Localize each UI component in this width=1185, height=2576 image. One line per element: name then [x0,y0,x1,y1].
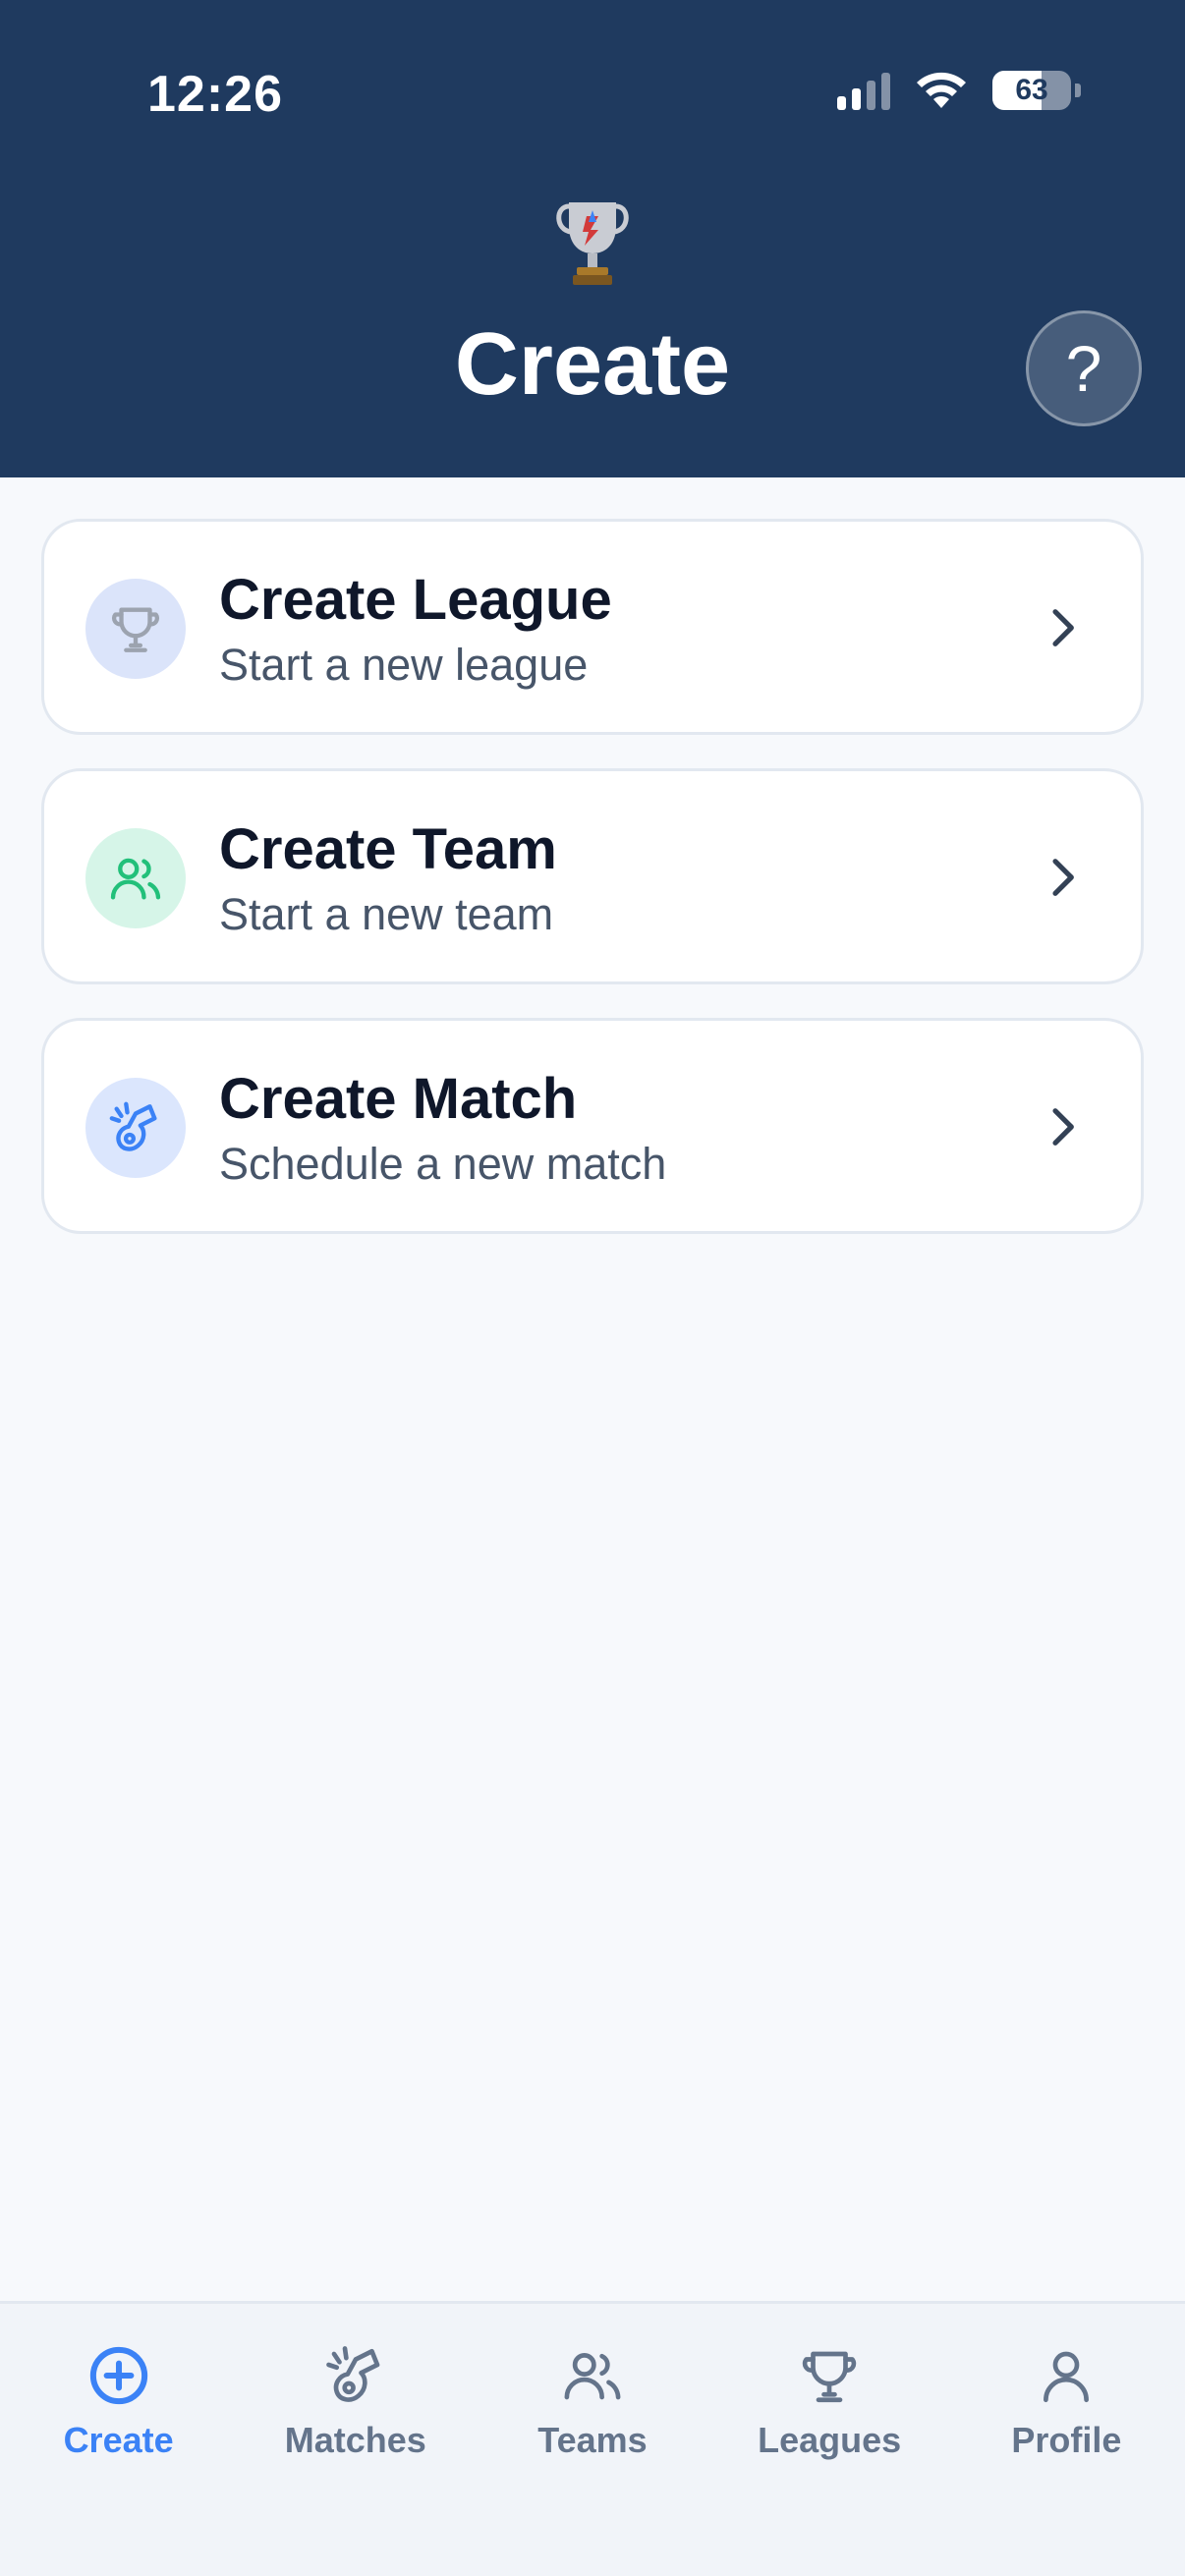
tab-teams[interactable]: Teams [474,2304,710,2461]
card-subtitle: Start a new league [219,640,589,690]
tab-profile[interactable]: Profile [948,2304,1185,2461]
status-icons: 63 [837,71,1081,110]
tab-label: Leagues [758,2420,902,2460]
app-header: 12:26 63 Create ? [0,0,1185,477]
tab-label: Teams [537,2420,648,2460]
tab-label: Create [63,2420,174,2460]
card-subtitle: Start a new team [219,889,554,939]
card-title: Create League [219,568,612,632]
chevron-right-icon [1052,609,1074,646]
create-league-card[interactable]: Create League Start a new league [41,519,1144,735]
chevron-right-icon [1052,1108,1074,1146]
create-options-list: Create League Start a new league Create … [41,519,1144,1267]
create-match-card[interactable]: Create Match Schedule a new match [41,1018,1144,1234]
card-subtitle: Schedule a new match [219,1139,667,1189]
tab-label: Profile [1011,2420,1122,2460]
page-title: Create [454,315,731,414]
card-icon-bg [85,1078,186,1178]
plus-circle-icon [89,2346,147,2405]
status-time: 12:26 [147,66,283,123]
card-title: Create Team [219,817,557,881]
tab-leagues[interactable]: Leagues [711,2304,948,2461]
battery-level: 63 [1015,74,1048,106]
bottom-tab-bar: Create Matches Teams Leagues Profile [0,2301,1185,2576]
card-title: Create Match [219,1067,578,1131]
chevron-right-icon [1052,859,1074,896]
user-icon [1044,2351,1090,2403]
users-icon [564,2353,621,2400]
whistle-icon [109,1101,157,1151]
help-button[interactable]: ? [1026,310,1142,426]
create-team-card[interactable]: Create Team Start a new team [41,768,1144,984]
trophy-logo-icon [556,202,629,285]
signal-icon [837,71,890,110]
trophy-icon [111,607,160,652]
battery-icon: 63 [992,71,1071,110]
wifi-icon [917,72,966,108]
card-icon-bg [85,579,186,679]
tab-label: Matches [284,2420,426,2460]
card-icon-bg [85,828,186,928]
tab-matches[interactable]: Matches [237,2304,474,2461]
trophy-icon [802,2351,857,2403]
whistle-icon [325,2346,380,2402]
users-icon [110,858,161,900]
tab-create[interactable]: Create [0,2304,237,2461]
